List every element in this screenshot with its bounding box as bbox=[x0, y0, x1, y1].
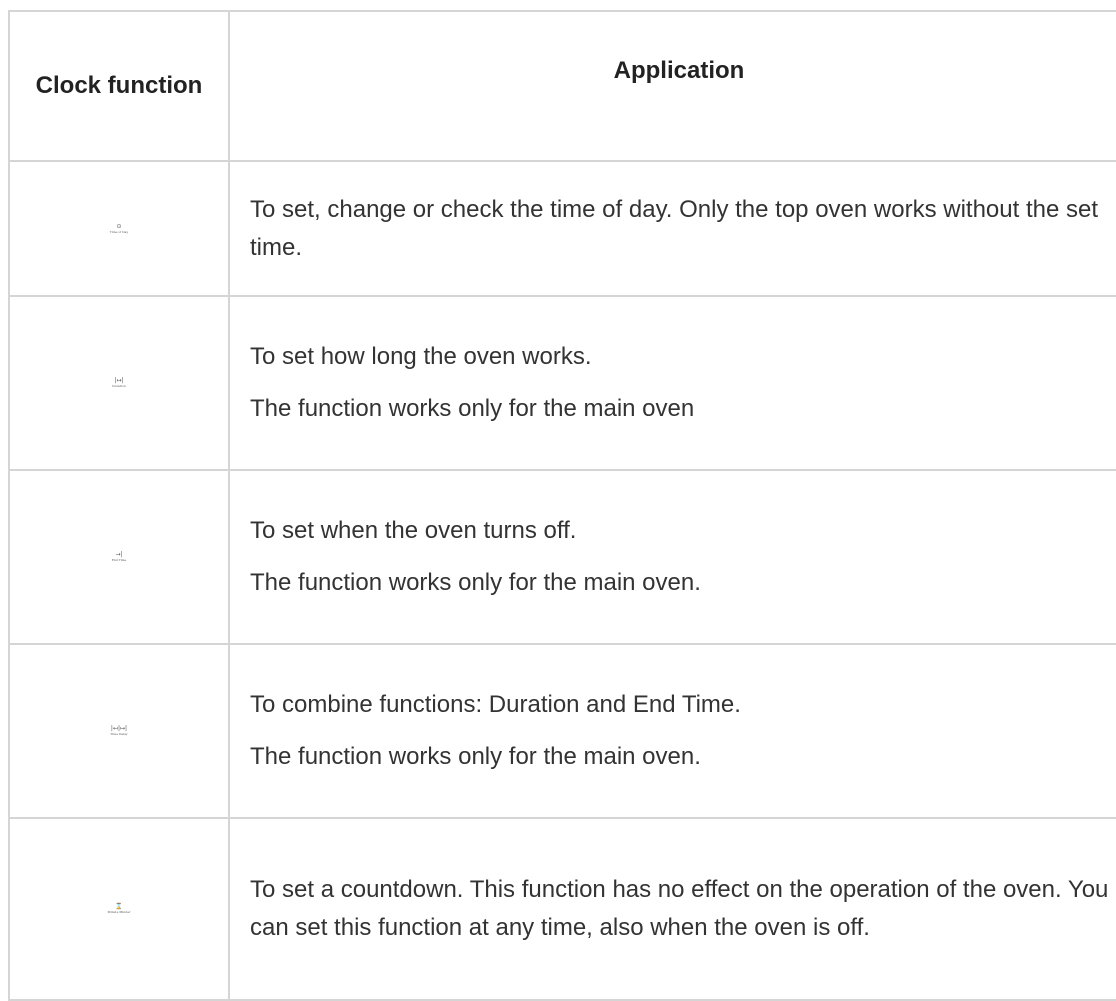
icon-cell: →| End Time bbox=[8, 469, 230, 645]
end-time-icon: →| End Time bbox=[112, 551, 127, 562]
application-cell: To set how long the oven works. The func… bbox=[228, 295, 1116, 471]
table-row: |↦| Duration To set how long the oven wo… bbox=[8, 295, 1116, 471]
minute-minder-icon: ⌛ Minute Minder bbox=[108, 903, 131, 914]
application-cell: To set when the oven turns off. The func… bbox=[228, 469, 1116, 645]
icon-cell: ⊙ Time of Day bbox=[8, 160, 230, 297]
application-note: The function works only for the main ove… bbox=[250, 743, 701, 770]
end-time-icon-caption: End Time bbox=[111, 558, 127, 562]
application-text: To set a countdown. This function has no… bbox=[250, 876, 1109, 941]
table-row: ⊙ Time of Day To set, change or check th… bbox=[8, 160, 1116, 297]
clock-icon-caption: Time of Day bbox=[109, 229, 129, 234]
application-note: The function works only for the main ove… bbox=[250, 395, 695, 422]
application-text: To set how long the oven works. bbox=[250, 343, 592, 370]
clock-icon: ⊙ Time of Day bbox=[110, 223, 128, 234]
application-cell: To set, change or check the time of day.… bbox=[228, 160, 1116, 297]
header-application: Application bbox=[228, 10, 1116, 162]
application-note: The function works only for the main ove… bbox=[250, 569, 701, 596]
table-row: |↤|↦| Time Delay To combine functions: D… bbox=[8, 643, 1116, 819]
table-row: ⌛ Minute Minder To set a countdown. This… bbox=[8, 817, 1116, 1001]
duration-icon-caption: Duration bbox=[112, 384, 126, 388]
clock-icon-glyph: ⊙ bbox=[116, 222, 122, 230]
icon-cell: ⌛ Minute Minder bbox=[8, 817, 230, 1001]
application-text: To set, change or check the time of day.… bbox=[250, 195, 1099, 261]
application-cell: To set a countdown. This function has no… bbox=[228, 817, 1116, 1001]
duration-icon: |↦| Duration bbox=[112, 377, 125, 388]
application-cell: To combine functions: Duration and End T… bbox=[228, 643, 1116, 819]
time-delay-icon-glyph: |↤|↦| bbox=[110, 725, 128, 732]
time-delay-icon-caption: Time Delay bbox=[110, 732, 128, 736]
icon-cell: |↦| Duration bbox=[8, 295, 230, 471]
time-delay-icon: |↤|↦| Time Delay bbox=[110, 725, 127, 736]
end-time-icon-glyph: →| bbox=[115, 551, 123, 558]
clock-functions-table: Clock function Application ⊙ Time of Day… bbox=[8, 10, 1116, 1001]
header-clock-function: Clock function bbox=[8, 10, 230, 162]
application-text: To set when the oven turns off. bbox=[250, 517, 577, 544]
table-row: →| End Time To set when the oven turns o… bbox=[8, 469, 1116, 645]
table-header-row: Clock function Application bbox=[8, 10, 1116, 162]
duration-icon-glyph: |↦| bbox=[114, 377, 124, 384]
minute-minder-icon-caption: Minute Minder bbox=[107, 910, 131, 914]
application-text: To combine functions: Duration and End T… bbox=[250, 691, 741, 718]
minute-minder-icon-glyph: ⌛ bbox=[115, 903, 123, 910]
icon-cell: |↤|↦| Time Delay bbox=[8, 643, 230, 819]
